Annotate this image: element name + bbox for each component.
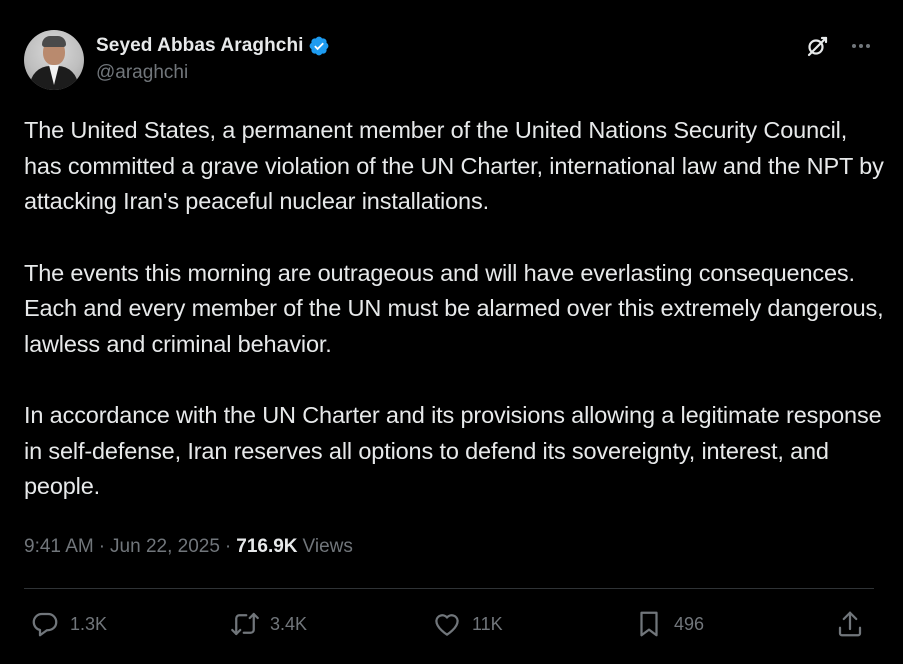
reply-button[interactable]: 1.3K [30, 606, 107, 642]
repost-button[interactable]: 3.4K [230, 606, 307, 642]
like-count: 11K [472, 613, 503, 634]
views-count[interactable]: 716.9K [236, 536, 297, 558]
post-card: Seyed Abbas Araghchi @araghchi The Unite… [0, 0, 903, 664]
repost-icon [231, 612, 259, 636]
reply-icon [32, 612, 58, 637]
post-paragraph: The United States, a permanent member of… [24, 117, 884, 214]
post-paragraph: The events this morning are outrageous a… [24, 259, 884, 357]
action-bar: 1.3K 3.4K 11K 496 [24, 606, 874, 646]
post-meta: 9:41 AM · Jun 22, 2025 · 716.9K Views [24, 536, 353, 558]
post-text: The United States, a permanent member of… [24, 113, 884, 541]
reply-count: 1.3K [70, 613, 108, 634]
author-names: Seyed Abbas Araghchi @araghchi [96, 34, 330, 84]
more-options-icon[interactable] [849, 34, 873, 58]
bookmark-count: 496 [674, 613, 705, 634]
display-name-row: Seyed Abbas Araghchi [96, 34, 330, 58]
meta-separator: · [98, 536, 106, 557]
verified-badge-icon[interactable] [308, 35, 330, 57]
header-actions [805, 34, 873, 58]
post-time[interactable]: 9:41 AM [24, 536, 94, 558]
heart-icon [435, 614, 459, 636]
share-icon [838, 611, 862, 637]
like-button[interactable]: 11K [432, 606, 503, 642]
avatar-hair [42, 36, 66, 47]
display-name[interactable]: Seyed Abbas Araghchi [96, 35, 304, 57]
views-label: Views [302, 536, 353, 557]
avatar[interactable] [24, 30, 84, 90]
share-button[interactable] [835, 606, 865, 642]
repost-count: 3.4K [270, 613, 308, 634]
divider [24, 588, 874, 589]
post-paragraph: In accordance with the UN Charter and it… [24, 402, 882, 499]
meta-separator: · [224, 536, 232, 557]
bookmark-icon [640, 611, 658, 637]
post-header: Seyed Abbas Araghchi @araghchi [24, 30, 330, 90]
author-handle[interactable]: @araghchi [96, 62, 330, 84]
grok-icon[interactable] [805, 34, 829, 58]
post-date[interactable]: Jun 22, 2025 [110, 536, 220, 558]
bookmark-button[interactable]: 496 [634, 606, 704, 642]
